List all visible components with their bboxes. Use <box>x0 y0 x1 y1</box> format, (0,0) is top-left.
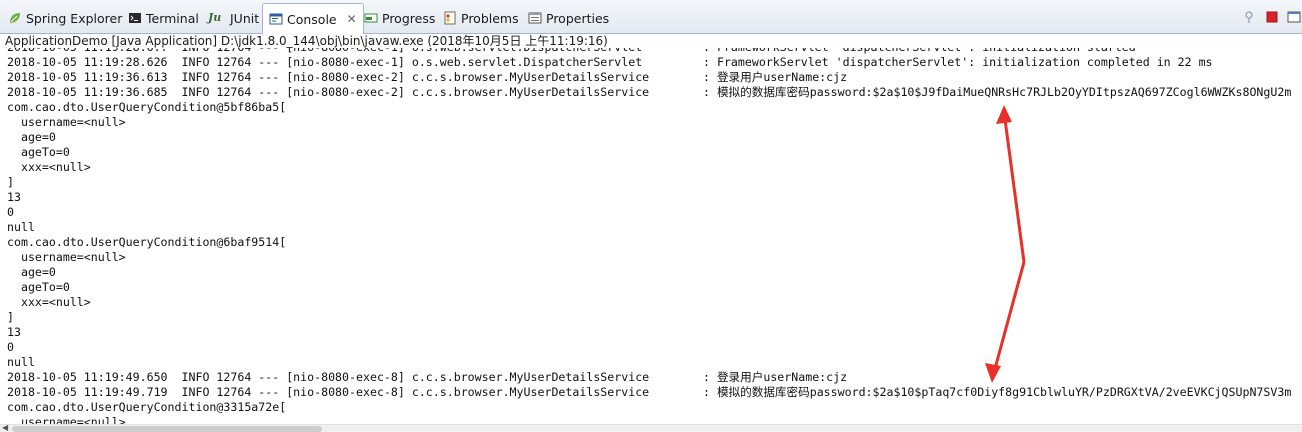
console-line-text: ageTo=0 <box>7 280 70 294</box>
console-line-message: : 模拟的数据库密码password:$2a$10$pTaq7cf0Diyf8g… <box>703 385 1292 399</box>
tab-console[interactable]: Console ✕ <box>262 3 364 34</box>
tab-label: Console <box>287 11 337 27</box>
scroll-left-icon[interactable]: ◀ <box>2 423 8 432</box>
console-line-text: username=<null> <box>7 115 126 129</box>
tab-spring-explorer[interactable]: Spring Explorer <box>8 6 122 30</box>
spring-leaf-icon <box>8 11 22 25</box>
console-line: 0 <box>7 340 649 355</box>
console-line: com.cao.dto.UserQueryCondition@6baf9514[ <box>7 235 649 250</box>
console-title: ApplicationDemo [Java Application] D:\jd… <box>0 34 1302 48</box>
console-output[interactable]: 2018-10-05 11:19:28.6.. INFO 12764 --- [… <box>0 48 1302 424</box>
console-line: 2018-10-05 11:19:36.685 INFO 12764 --- [… <box>7 85 1291 100</box>
tab-label: Terminal <box>146 10 199 26</box>
tab-label: Properties <box>546 10 610 26</box>
console-line: age=0 <box>7 265 649 280</box>
tab-progress[interactable]: Progress <box>364 6 435 30</box>
console-line: com.cao.dto.UserQueryCondition@5bf86ba5[ <box>7 100 649 115</box>
console-line-text: xxx=<null> <box>7 160 91 174</box>
console-line-text: com.cao.dto.UserQueryCondition@3315a72e[ <box>7 400 287 414</box>
console-line-message: : 模拟的数据库密码password:$2a$10$J9fDaiMueQNRsH… <box>703 85 1292 99</box>
console-line: xxx=<null> <box>7 160 649 175</box>
tab-terminal[interactable]: Terminal <box>128 6 199 30</box>
console-lines: 2018-10-05 11:19:28.6.. INFO 12764 --- [… <box>7 48 1291 424</box>
console-line: 2018-10-05 11:19:28.626 INFO 12764 --- [… <box>7 55 1213 70</box>
console-line-text: null <box>7 220 35 234</box>
properties-icon <box>528 11 542 25</box>
console-line: ageTo=0 <box>7 145 649 160</box>
console-line: 13 <box>7 190 649 205</box>
console-line-text: ageTo=0 <box>7 145 70 159</box>
console-line: username=<null> <box>7 250 649 265</box>
terminal-icon <box>128 11 142 25</box>
tab-label: Progress <box>382 10 436 26</box>
console-line: xxx=<null> <box>7 295 649 310</box>
console-line-text: 0 <box>7 340 14 354</box>
console-line: ] <box>7 310 649 325</box>
scrollbar-thumb[interactable] <box>12 426 322 432</box>
console-icon <box>269 12 283 26</box>
tab-problems[interactable]: Problems <box>443 6 519 30</box>
problems-icon <box>443 11 457 25</box>
console-line-text: 2018-10-05 11:19:36.613 INFO 12764 --- [… <box>7 70 650 84</box>
console-line-text: com.cao.dto.UserQueryCondition@5bf86ba5[ <box>7 100 287 114</box>
progress-icon <box>364 11 378 25</box>
console-line: com.cao.dto.UserQueryCondition@3315a72e[ <box>7 400 649 415</box>
tab-label: Problems <box>461 10 519 26</box>
junit-icon: Ju <box>208 11 222 24</box>
console-line: null <box>7 355 649 370</box>
console-line: 13 <box>7 325 649 340</box>
console-line: username=<null> <box>7 415 649 424</box>
console-line-text: ] <box>7 310 14 324</box>
console-line-text: null <box>7 355 35 369</box>
tab-label: Spring Explorer <box>26 10 123 26</box>
pin-icon[interactable] <box>1241 9 1257 25</box>
console-line: 0 <box>7 205 649 220</box>
console-line-text: 13 <box>7 190 21 204</box>
view-tab-bar: Spring Explorer Terminal Ju JUnit Consol… <box>0 0 1302 34</box>
tab-junit[interactable]: Ju JUnit <box>208 6 259 30</box>
tab-label: JUnit <box>230 10 260 26</box>
console-line-text: 13 <box>7 325 21 339</box>
console-line: age=0 <box>7 130 649 145</box>
console-line: ageTo=0 <box>7 280 649 295</box>
console-line: username=<null> <box>7 115 649 130</box>
console-line-text: 2018-10-05 11:19:49.719 INFO 12764 --- [… <box>7 385 650 399</box>
console-line-text: 2018-10-05 11:19:49.650 INFO 12764 --- [… <box>7 370 650 384</box>
console-line-message: : FrameworkServlet 'dispatcherServlet': … <box>703 48 1136 55</box>
console-line: ] <box>7 175 649 190</box>
console-line: 2018-10-05 11:19:36.613 INFO 12764 --- [… <box>7 70 847 85</box>
console-line-text: ] <box>7 175 14 189</box>
console-line-text: xxx=<null> <box>7 295 91 309</box>
console-line: 2018-10-05 11:19:28.6.. INFO 12764 --- [… <box>7 48 1136 55</box>
terminate-icon[interactable] <box>1264 9 1280 25</box>
console-line-text: 2018-10-05 11:19:36.685 INFO 12764 --- [… <box>7 85 650 99</box>
console-line-message: : 登录用户userName:cjz <box>703 370 848 384</box>
console-line-message: : 登录用户userName:cjz <box>703 70 848 84</box>
console-line-text: username=<null> <box>7 250 126 264</box>
view-menu-icon[interactable] <box>1286 9 1302 25</box>
console-line: 2018-10-05 11:19:49.719 INFO 12764 --- [… <box>7 385 1291 400</box>
console-line: 2018-10-05 11:19:49.650 INFO 12764 --- [… <box>7 370 847 385</box>
tab-properties[interactable]: Properties <box>528 6 609 30</box>
console-line-text: age=0 <box>7 130 56 144</box>
console-line-text: age=0 <box>7 265 56 279</box>
console-line-text: 2018-10-05 11:19:28.6.. INFO 12764 --- [… <box>7 48 642 54</box>
console-line-message: : FrameworkServlet 'dispatcherServlet': … <box>703 55 1213 69</box>
console-line: null <box>7 220 649 235</box>
horizontal-scrollbar[interactable]: ◀ <box>0 423 1302 432</box>
console-line-text: 0 <box>7 205 14 219</box>
console-line-text: username=<null> <box>7 415 126 424</box>
close-icon[interactable]: ✕ <box>347 12 357 26</box>
console-line-text: com.cao.dto.UserQueryCondition@6baf9514[ <box>7 235 287 249</box>
console-line-text: 2018-10-05 11:19:28.626 INFO 12764 --- [… <box>7 55 643 69</box>
